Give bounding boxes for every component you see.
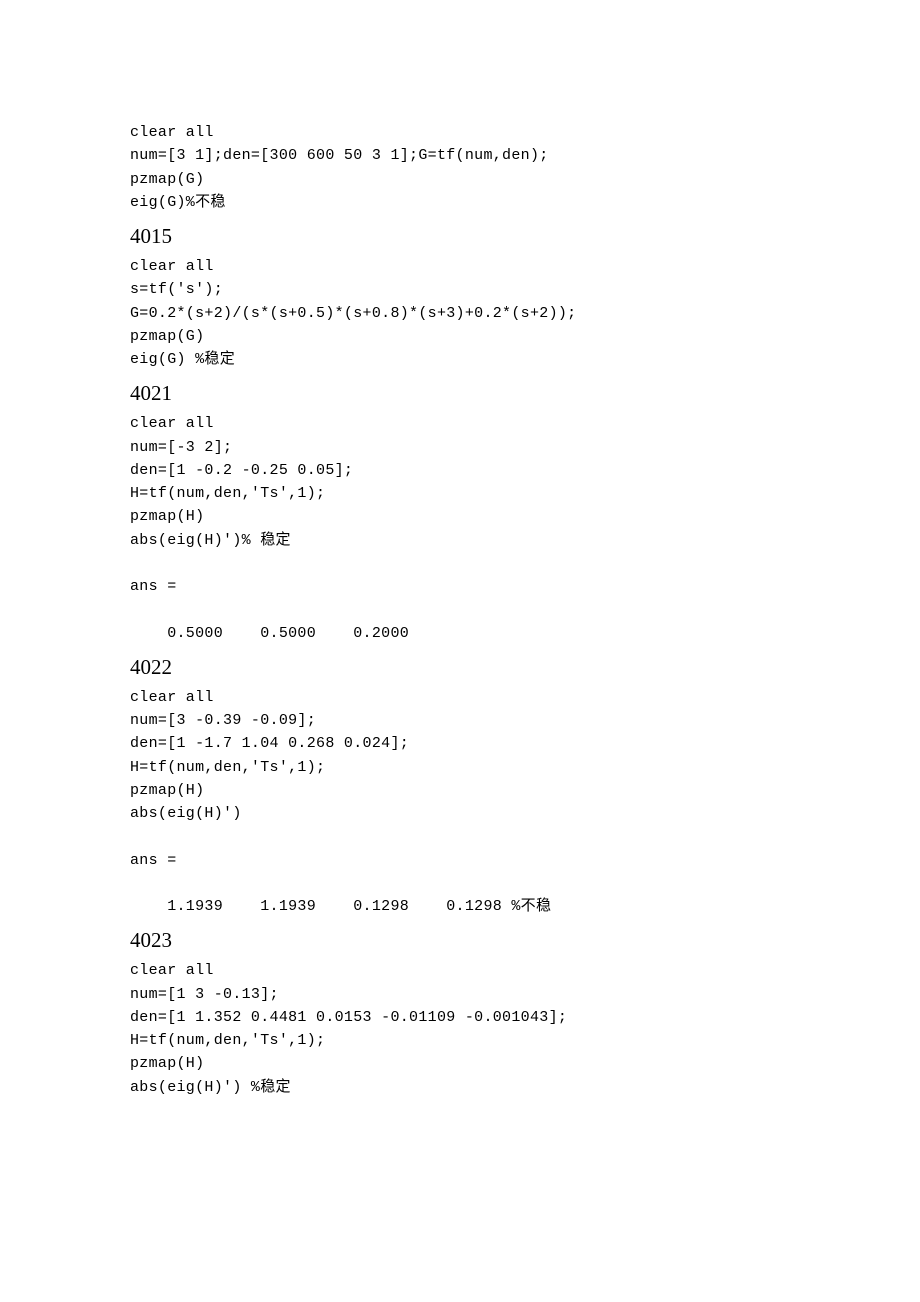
heading-4022: 4022: [130, 655, 790, 680]
heading-4023: 4023: [130, 928, 790, 953]
document-page: clear all num=[3 1];den=[300 600 50 3 1]…: [0, 0, 920, 1259]
code-block-4022: clear all num=[3 -0.39 -0.09]; den=[1 -1…: [130, 686, 790, 919]
heading-4021: 4021: [130, 381, 790, 406]
code-block-4023: clear all num=[1 3 -0.13]; den=[1 1.352 …: [130, 959, 790, 1099]
code-block-4021: clear all num=[-3 2]; den=[1 -0.2 -0.25 …: [130, 412, 790, 645]
heading-4015: 4015: [130, 224, 790, 249]
code-block-top: clear all num=[3 1];den=[300 600 50 3 1]…: [130, 121, 790, 214]
code-block-4015: clear all s=tf('s'); G=0.2*(s+2)/(s*(s+0…: [130, 255, 790, 371]
